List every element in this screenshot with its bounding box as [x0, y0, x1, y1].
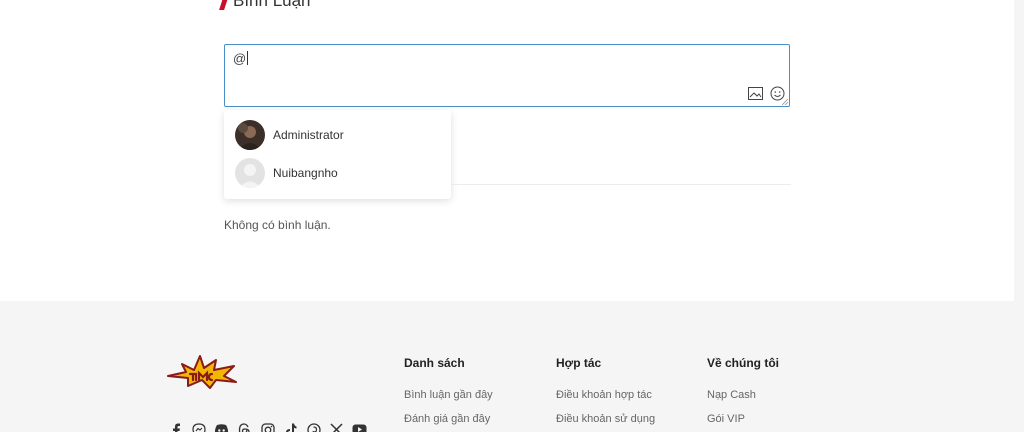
messenger-icon[interactable]	[191, 422, 206, 432]
image-upload-icon[interactable]	[747, 85, 763, 101]
mention-name: Administrator	[273, 128, 344, 142]
no-comments-text: Không có bình luận.	[224, 218, 331, 232]
avatar	[235, 120, 265, 150]
footer-column-title: Hợp tác	[556, 356, 602, 370]
comments-heading-text: Bình Luận	[233, 0, 311, 10]
mention-item-administrator[interactable]: Administrator	[235, 120, 344, 150]
footer-column-title: Danh sách	[404, 356, 465, 370]
comments-heading: Bình Luận	[219, 0, 311, 11]
site-logo[interactable]	[166, 352, 238, 390]
comments-divider	[451, 184, 791, 185]
editor-tools	[747, 85, 785, 101]
tiktok-icon[interactable]	[283, 422, 298, 432]
x-icon[interactable]	[329, 422, 344, 432]
footer-link[interactable]: Bình luận gần đây	[404, 389, 493, 401]
comment-textarea[interactable]: @	[224, 44, 790, 107]
footer: Danh sách Bình luận gần đây Đánh giá gần…	[0, 301, 1024, 432]
footer-link[interactable]: Đánh giá gần đây	[404, 413, 493, 425]
footer-link[interactable]: Điều khoản hợp tác	[556, 389, 655, 401]
threads-icon[interactable]	[237, 422, 252, 432]
mention-item-nuibangnho[interactable]: Nuibangnho	[235, 158, 338, 188]
instagram-icon[interactable]	[260, 422, 275, 432]
youtube-icon[interactable]	[352, 422, 367, 432]
page: Bình Luận @ Administrator Nuibangnho Khô…	[0, 0, 1024, 432]
discord-icon[interactable]	[214, 422, 229, 432]
facebook-icon[interactable]	[168, 422, 183, 432]
footer-column-hop-tac: Hợp tác Điều khoản hợp tác Điều khoản sử…	[556, 356, 655, 432]
heading-accent-bar	[219, 0, 230, 10]
mention-name: Nuibangnho	[273, 166, 338, 180]
comment-input-text: @	[233, 51, 247, 66]
mention-dropdown: Administrator Nuibangnho	[224, 110, 451, 199]
social-links	[168, 422, 367, 432]
comment-input-value[interactable]: @	[233, 51, 249, 66]
resize-grip-icon[interactable]	[782, 99, 788, 105]
footer-column-title: Về chúng tôi	[707, 356, 779, 370]
footer-column-ve-chung-toi: Về chúng tôi Nạp Cash Gói VIP	[707, 356, 779, 432]
footer-link[interactable]: Gói VIP	[707, 413, 779, 425]
pinterest-icon[interactable]	[306, 422, 321, 432]
footer-link[interactable]: Điều khoản sử dụng	[556, 413, 655, 425]
avatar	[235, 158, 265, 188]
footer-link[interactable]: Nạp Cash	[707, 389, 779, 401]
footer-column-danh-sach: Danh sách Bình luận gần đây Đánh giá gần…	[404, 356, 493, 432]
text-caret	[247, 51, 249, 65]
